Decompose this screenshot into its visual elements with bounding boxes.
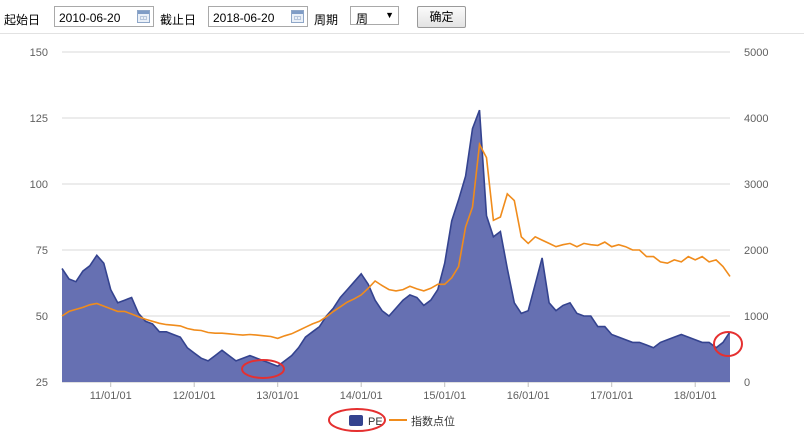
legend[interactable]: PE 指数点位 [349,414,455,428]
legend-swatch-pe [349,415,363,426]
left-tick-label: 125 [30,113,48,125]
right-tick-label: 5000 [744,47,768,59]
left-tick-label: 25 [36,377,48,389]
period-label: 周期 [314,13,339,27]
end-date-value: 2018-06-20 [213,11,275,25]
toolbar: 起始日 2010-06-20 截止日 2018-06-20 周期 周 ▼ 确定 [0,0,804,34]
start-date-value: 2010-06-20 [59,11,121,25]
end-date-label: 截止日 [160,13,197,27]
left-tick-label: 100 [30,179,48,191]
left-tick-label: 75 [36,245,48,257]
plot-area [61,109,731,382]
x-tick-label: 16/01/01 [507,390,550,402]
start-date-label: 起始日 [4,13,41,27]
right-tick-label: 0 [744,377,750,389]
chevron-down-icon: ▼ [385,10,394,20]
period-value: 周 [356,12,369,26]
end-date-input[interactable]: 2018-06-20 [208,6,308,27]
x-axis: 11/01/01 12/01/01 13/01/01 14/01/01 15/01/01… [90,382,717,402]
x-tick-label: 14/01/01 [340,390,383,402]
right-tick-label: 4000 [744,113,768,125]
x-tick-label: 18/01/01 [674,390,717,402]
pe-chart: 150 125 100 75 50 25 5000 4000 3000 2000 1000 0 11… [30,47,768,432]
left-tick-label: 150 [30,47,48,59]
x-tick-label: 11/01/01 [90,390,132,402]
x-tick-label: 15/01/01 [423,390,466,402]
right-tick-label: 1000 [744,311,768,323]
start-date-input[interactable]: 2010-06-20 [54,6,154,27]
calendar-icon[interactable] [291,10,304,23]
right-axis: 5000 4000 3000 2000 1000 0 [744,47,768,389]
left-tick-label: 50 [36,311,48,323]
right-tick-label: 2000 [744,245,768,257]
calendar-icon[interactable] [137,10,150,23]
right-tick-label: 3000 [744,179,768,191]
x-tick-label: 13/01/01 [256,390,299,402]
legend-label-index: 指数点位 [411,414,455,428]
x-tick-label: 12/01/01 [173,390,216,402]
left-axis: 150 125 100 75 50 25 [30,47,48,389]
x-tick-label: 17/01/01 [590,390,633,402]
confirm-button[interactable]: 确定 [417,6,466,28]
period-select[interactable]: 周 ▼ [350,6,399,26]
